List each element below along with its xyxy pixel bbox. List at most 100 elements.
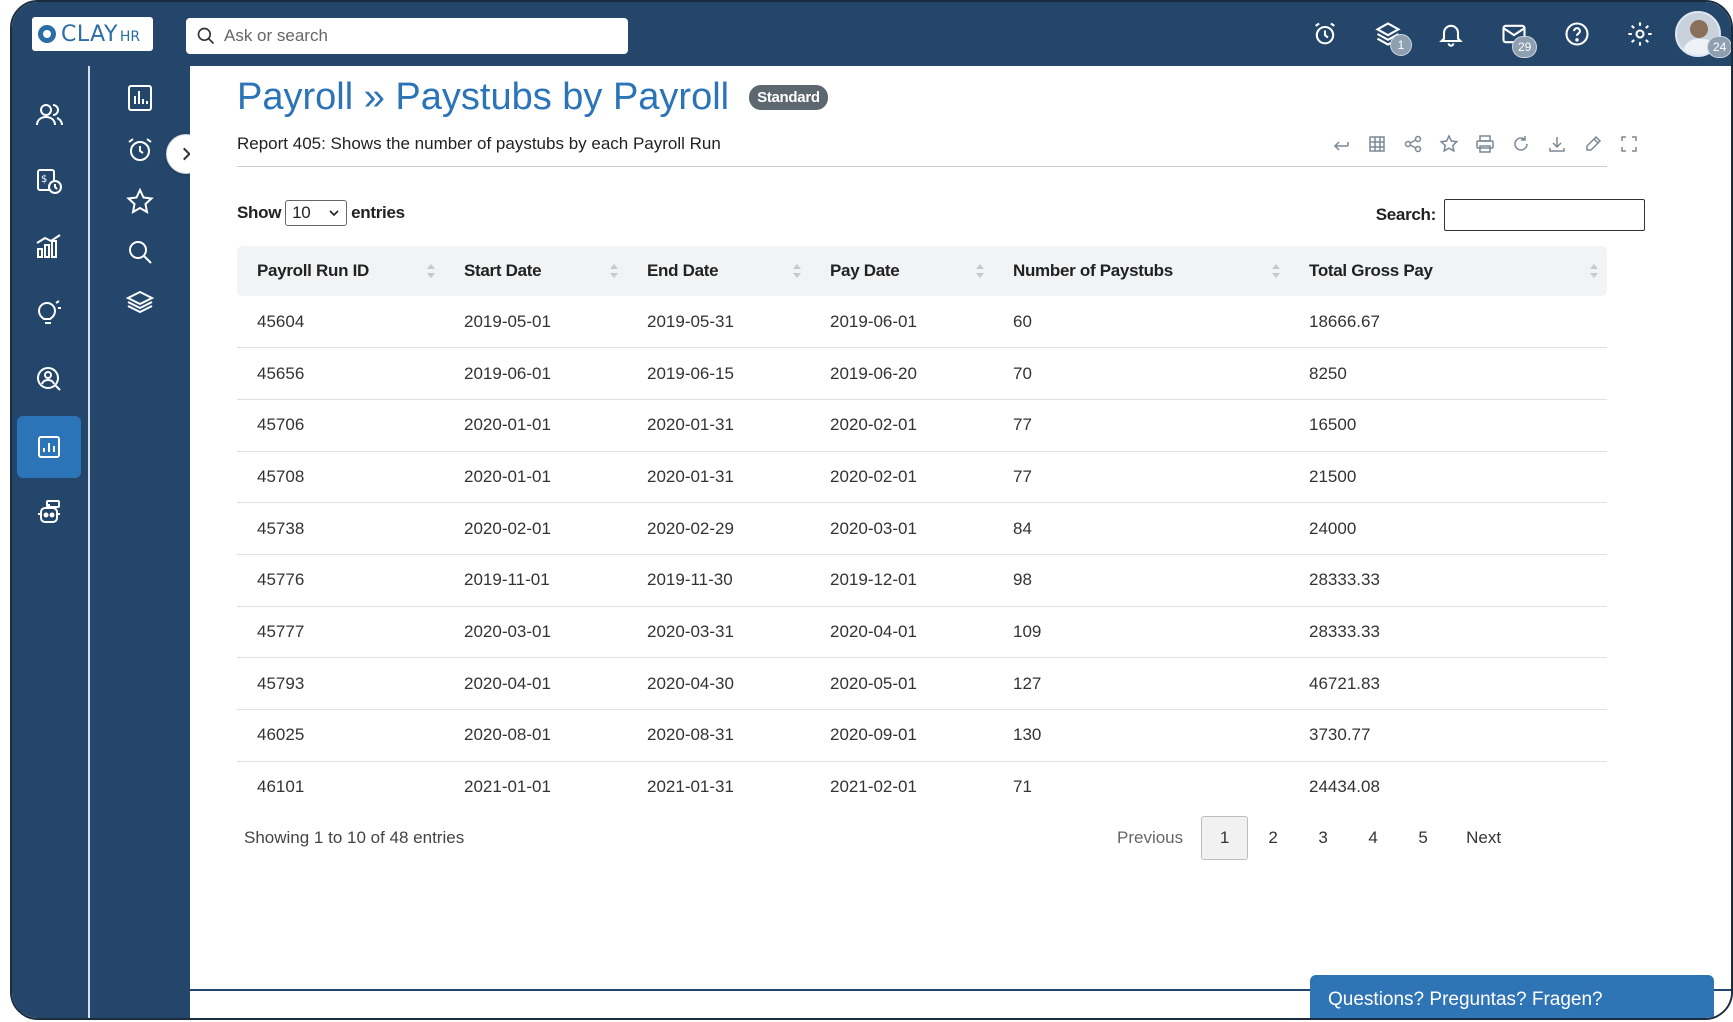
nav-people[interactable] (17, 84, 81, 146)
table-row[interactable]: 45793 2020-04-01 2020-04-30 2020-05-01 127 46… (237, 657, 1607, 710)
cell-payroll-run-id: 46025 (237, 709, 444, 762)
cell-payroll-run-id: 45656 (237, 347, 444, 400)
secondary-nav (90, 66, 190, 1018)
table-row[interactable]: 45706 2020-01-01 2020-01-31 2020-02-01 77 165… (237, 399, 1607, 452)
bot-icon (38, 500, 60, 523)
primary-nav: $ (12, 66, 88, 1018)
table-row[interactable]: 46101 2021-01-01 2021-01-31 2021-02-01 71 244… (237, 761, 1607, 813)
page-button-5[interactable]: 5 (1398, 816, 1448, 860)
cell-total-gross-pay: 28333.33 (1289, 606, 1607, 659)
page-button-2[interactable]: 2 (1248, 816, 1298, 860)
search-icon (129, 241, 152, 264)
help-button[interactable] (1545, 2, 1608, 66)
page-button-1[interactable]: 1 (1201, 816, 1249, 860)
column-header-end-date[interactable]: End Date (627, 246, 810, 296)
table-row[interactable]: 45776 2019-11-01 2019-11-30 2019-12-01 98 283… (237, 554, 1607, 607)
cell-number-of-paystubs: 84 (993, 502, 1289, 555)
table-row[interactable]: 45708 2020-01-01 2020-01-31 2020-02-01 77 215… (237, 451, 1607, 504)
table-row[interactable]: 45777 2020-03-01 2020-03-31 2020-04-01 109 28… (237, 606, 1607, 659)
title-row: Payroll » Paystubs by Payroll Standard (237, 76, 828, 119)
previous-page-button[interactable]: Previous (1105, 816, 1195, 860)
subnav-favorites[interactable] (108, 176, 172, 228)
nav-payroll[interactable]: $ (17, 150, 81, 212)
print-icon (1476, 135, 1494, 153)
layers-button[interactable]: 1 (1356, 2, 1419, 66)
nav-people-search[interactable] (17, 348, 81, 410)
share-icon (1404, 135, 1422, 153)
table-row[interactable]: 45604 2019-05-01 2019-05-31 2019-06-01 60 186… (237, 296, 1607, 349)
top-bar: CLAY HR 1 29 (12, 2, 1731, 66)
people-icon (36, 104, 63, 126)
cell-pay-date: 2020-03-01 (810, 502, 993, 555)
column-header-start-date[interactable]: Start Date (444, 246, 627, 296)
nav-ideas[interactable] (17, 282, 81, 344)
nav-reports[interactable] (17, 416, 81, 478)
cell-start-date: 2020-03-01 (444, 606, 627, 659)
page-title: Payroll » Paystubs by Payroll (237, 76, 730, 118)
table-row[interactable]: 45738 2020-02-01 2020-02-29 2020-03-01 84 240… (237, 502, 1607, 555)
fullscreen-button[interactable] (1611, 128, 1647, 160)
sort-icon (1590, 264, 1598, 278)
edit-button[interactable] (1575, 128, 1611, 160)
back-icon (1333, 141, 1349, 151)
settings-button[interactable] (1608, 2, 1671, 66)
cell-payroll-run-id: 45604 (237, 296, 444, 349)
cell-total-gross-pay: 3730.77 (1289, 709, 1607, 762)
nav-analytics[interactable] (17, 216, 81, 278)
sort-icon (976, 264, 984, 278)
column-header-payroll-run-id[interactable]: Payroll Run ID (237, 246, 444, 296)
back-button[interactable] (1323, 128, 1359, 160)
favorite-button[interactable] (1431, 128, 1467, 160)
print-button[interactable] (1467, 128, 1503, 160)
global-search-input[interactable] (224, 26, 604, 46)
notifications-button[interactable] (1419, 2, 1482, 66)
layers-badge: 1 (1390, 34, 1412, 56)
star-icon (126, 187, 154, 214)
nav-bot[interactable] (17, 482, 81, 544)
subnav-search[interactable] (108, 226, 172, 278)
share-button[interactable] (1395, 128, 1431, 160)
edit-icon (1586, 135, 1602, 151)
cell-start-date: 2019-11-01 (444, 554, 627, 607)
cell-number-of-paystubs: 60 (993, 296, 1289, 349)
column-header-total-gross-pay[interactable]: Total Gross Pay (1289, 246, 1607, 296)
alarm-icon (1314, 22, 1335, 45)
table-search-label: Search: (1375, 205, 1437, 224)
people-search-icon (37, 367, 61, 391)
cell-start-date: 2020-02-01 (444, 502, 627, 555)
alarm-button[interactable] (1293, 2, 1356, 66)
subnav-reports[interactable] (108, 72, 172, 124)
cell-payroll-run-id: 45776 (237, 554, 444, 607)
column-header-number-of-paystubs[interactable]: Number of Paystubs (993, 246, 1289, 296)
table-row[interactable]: 46025 2020-08-01 2020-08-31 2020-09-01 130 37… (237, 709, 1607, 762)
cell-end-date: 2020-03-31 (627, 606, 810, 659)
refresh-icon (1514, 136, 1528, 151)
logo-sub: HR (119, 29, 141, 45)
page-length-control: Show 10 entries (237, 200, 405, 226)
page-length-select[interactable]: 10 (285, 200, 348, 226)
cell-start-date: 2020-01-01 (444, 399, 627, 452)
grid-view-button[interactable] (1359, 128, 1395, 160)
global-search[interactable] (186, 18, 628, 54)
cell-start-date: 2020-01-01 (444, 451, 627, 504)
mail-button[interactable]: 29 (1482, 2, 1545, 66)
page-button-4[interactable]: 4 (1348, 816, 1398, 860)
bell-icon (1438, 24, 1463, 47)
profile-button[interactable]: 24 (1671, 2, 1731, 66)
subnav-alarm[interactable] (108, 124, 172, 176)
refresh-button[interactable] (1503, 128, 1539, 160)
cell-end-date: 2020-04-30 (627, 657, 810, 710)
table-search-input[interactable] (1444, 199, 1645, 231)
page-button-3[interactable]: 3 (1298, 816, 1348, 860)
help-chat-button[interactable]: Questions? Preguntas? Fragen? (1310, 975, 1714, 1018)
subnav-layers[interactable] (108, 276, 172, 328)
column-header-pay-date[interactable]: Pay Date (810, 246, 993, 296)
table-row[interactable]: 45656 2019-06-01 2019-06-15 2019-06-20 70 825… (237, 347, 1607, 400)
search-icon (197, 27, 215, 45)
cell-number-of-paystubs: 71 (1013, 777, 1032, 797)
cell-number-of-paystubs: 109 (993, 606, 1289, 659)
reports-icon (38, 436, 60, 458)
download-button[interactable] (1539, 128, 1575, 160)
clayhr-logo[interactable]: CLAY HR (32, 17, 153, 51)
next-page-button[interactable]: Next (1454, 816, 1513, 860)
